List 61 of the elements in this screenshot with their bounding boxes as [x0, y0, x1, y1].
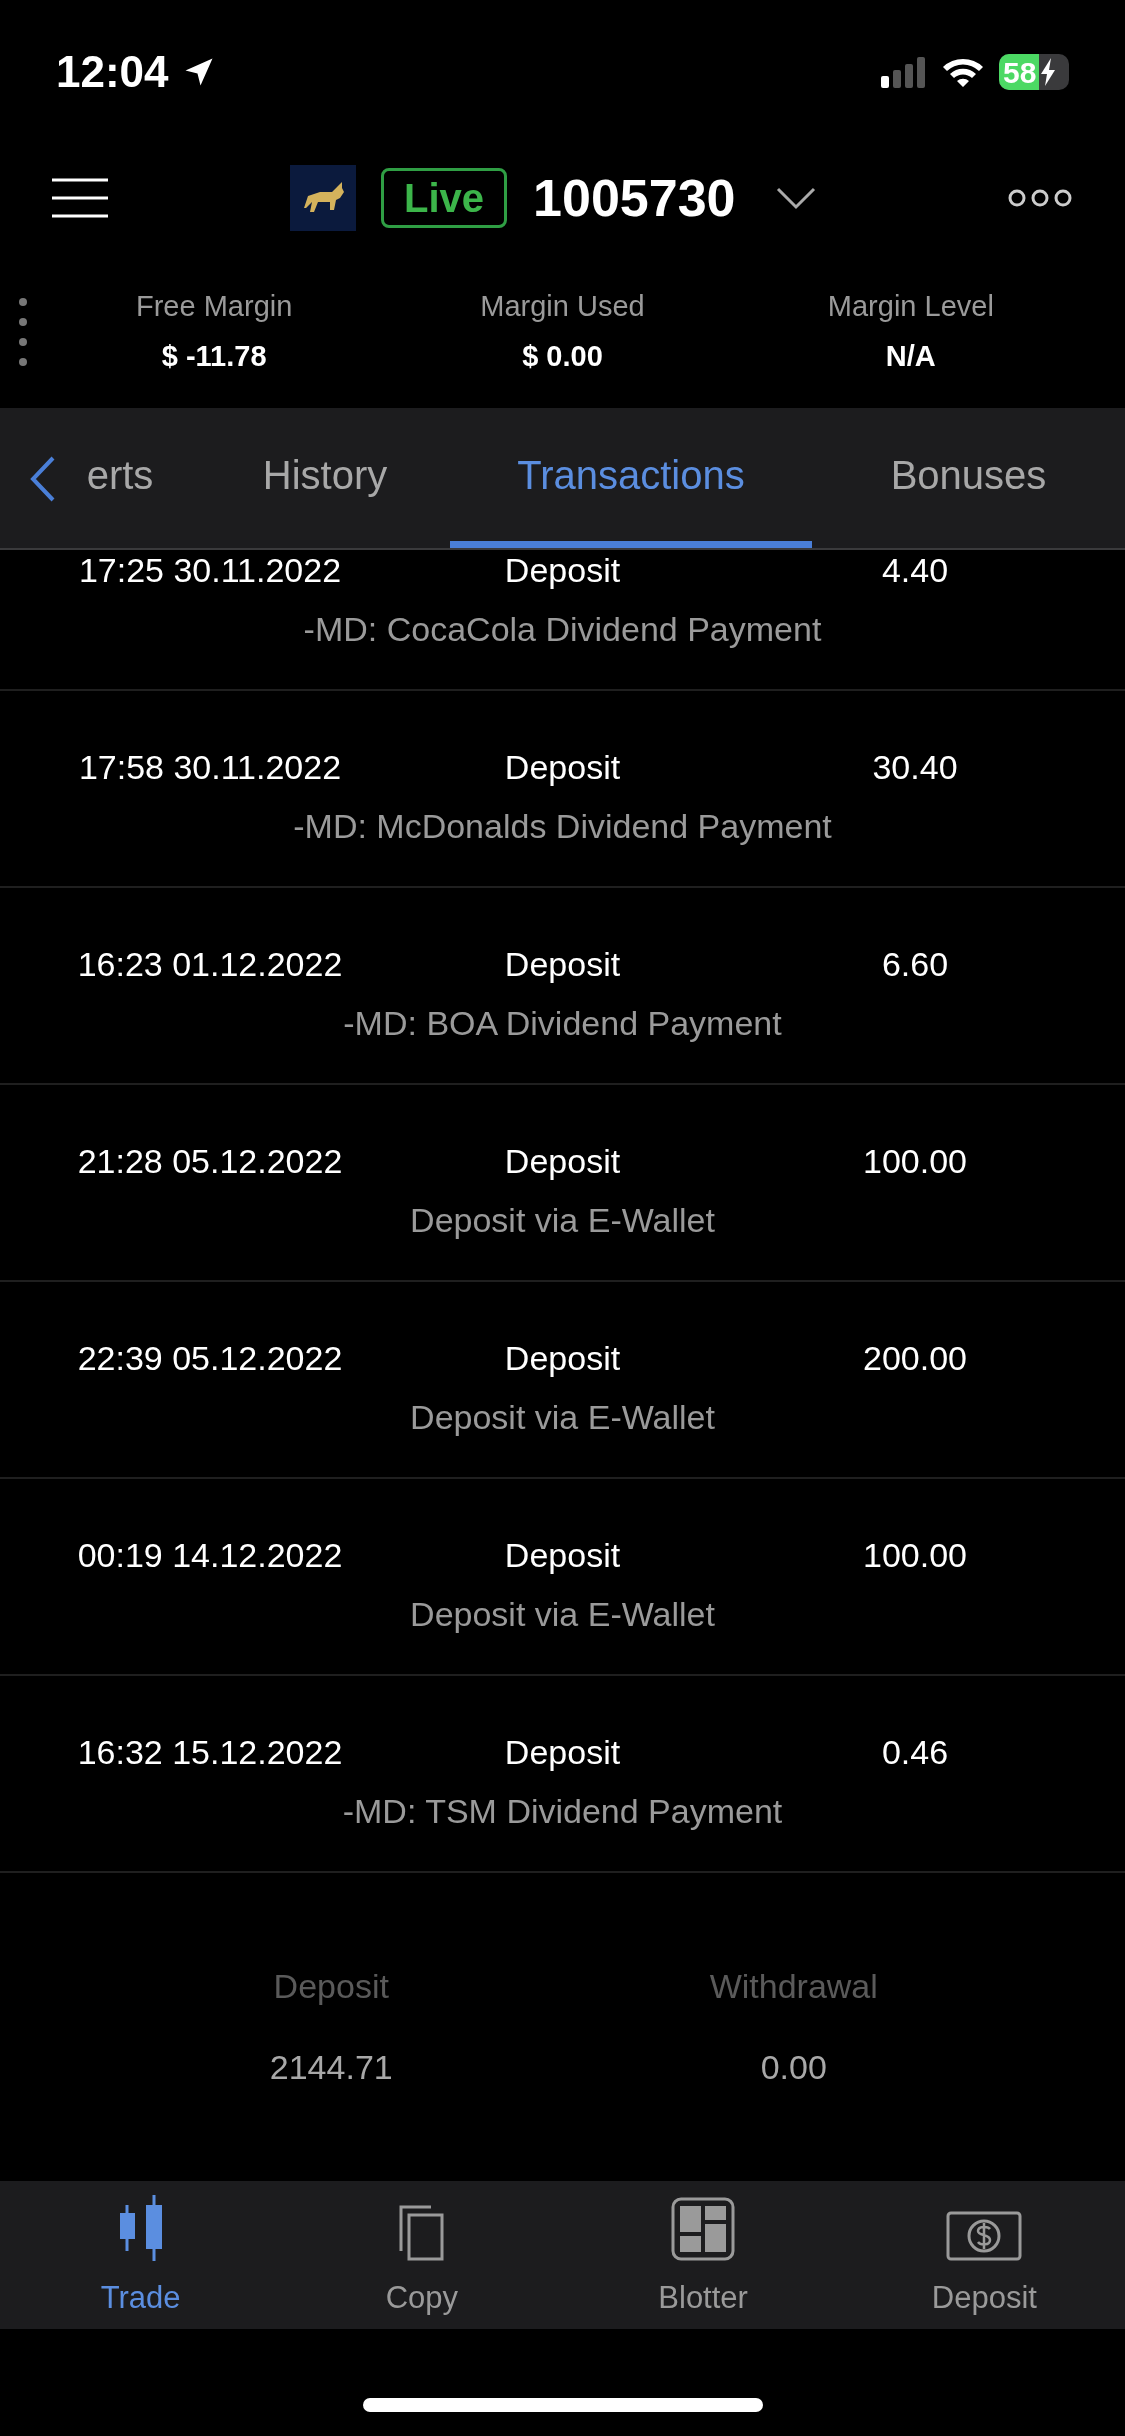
transaction-description: Deposit via E-Wallet: [410, 1200, 715, 1241]
drag-handle-icon[interactable]: [18, 296, 28, 367]
transaction-amount: 200.00: [862, 1338, 968, 1378]
chevron-down-icon[interactable]: [775, 185, 816, 210]
transaction-amount: 100.00: [862, 1535, 968, 1575]
nav-tab[interactable]: Trade: [0, 2181, 282, 2329]
transaction-time: 17:25 30.11.2022: [77, 550, 343, 590]
tab[interactable]: Transactions: [450, 408, 812, 548]
transaction-amount: 4.40: [880, 550, 950, 590]
margin-value: $ 0.00: [522, 338, 603, 374]
total-label: Withdrawal: [709, 1966, 878, 2007]
nav-tab[interactable]: Blotter: [562, 2181, 844, 2329]
tab[interactable]: Bonuses: [812, 408, 1125, 548]
transaction-time: 22:39 05.12.2022: [76, 1338, 344, 1378]
more-icon[interactable]: [1007, 187, 1073, 208]
total-value: 0.00: [760, 2047, 827, 2088]
transaction-amount: 100.00: [862, 1141, 968, 1181]
transaction-description: Deposit via E-Wallet: [410, 1594, 715, 1635]
transaction-type: Deposit: [503, 550, 622, 590]
transaction-type: Deposit: [503, 1535, 622, 1575]
transaction-time: 16:32 15.12.2022: [76, 1732, 344, 1772]
transaction-time: 00:19 14.12.2022: [76, 1535, 344, 1575]
total-value: 2144.71: [269, 2047, 393, 2088]
transaction-description: -MD: McDonalds Dividend Payment: [293, 806, 832, 847]
total-label: Deposit: [273, 1966, 389, 2007]
nav-tab[interactable]: Deposit: [843, 2181, 1125, 2329]
battery-indicator: 58: [999, 54, 1069, 90]
back-chevron-icon[interactable]: [30, 456, 56, 502]
transaction-time: 16:23 01.12.2022: [76, 944, 344, 984]
bull-logo-icon: [290, 164, 356, 231]
transaction-description: -MD: TSM Dividend Payment: [342, 1791, 783, 1832]
tab[interactable]: erts: [0, 408, 200, 548]
transaction-description: Deposit via E-Wallet: [410, 1397, 715, 1438]
nav-tab[interactable]: Copy: [281, 2181, 563, 2329]
margin-label: Margin Used: [480, 289, 645, 324]
copy-icon: [398, 2204, 445, 2261]
live-badge: Live: [381, 167, 508, 228]
transaction-description: -MD: BOA Dividend Payment: [343, 1003, 782, 1044]
margin-value: $ -11.78: [161, 338, 267, 374]
dashboard-icon: [671, 2196, 736, 2261]
transaction-amount: 30.40: [871, 747, 959, 787]
transaction-description: -MD: CocaCola Dividend Payment: [303, 609, 822, 650]
transaction-type: Deposit: [503, 1141, 622, 1181]
account-number[interactable]: 1005730: [533, 158, 736, 237]
cash-icon: [946, 2210, 1023, 2261]
transaction-amount: 0.46: [880, 1732, 950, 1772]
margin-label: Margin Level: [827, 289, 994, 324]
signal-icon: [879, 56, 927, 88]
wifi-icon: [941, 56, 985, 88]
transaction-type: Deposit: [503, 747, 622, 787]
status-time: 12:04: [56, 46, 169, 98]
transaction-time: 17:58 30.11.2022: [77, 747, 343, 787]
transaction-type: Deposit: [503, 1338, 622, 1378]
menu-icon[interactable]: [52, 176, 108, 219]
transaction-time: 21:28 05.12.2022: [76, 1141, 344, 1181]
margin-value: N/A: [885, 338, 936, 374]
transaction-amount: 6.60: [880, 944, 950, 984]
transaction-type: Deposit: [503, 1732, 622, 1772]
margin-label: Free Margin: [136, 289, 293, 324]
tab[interactable]: History: [200, 408, 450, 548]
transaction-type: Deposit: [503, 944, 622, 984]
